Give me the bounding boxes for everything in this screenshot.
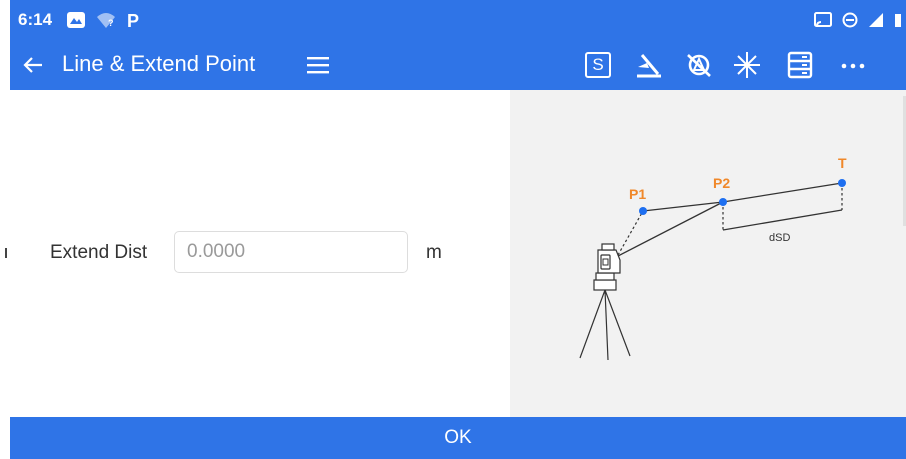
photos-icon <box>67 12 85 28</box>
instrument-base <box>595 272 615 281</box>
point-p2 <box>719 198 727 206</box>
status-icons-right <box>814 9 902 31</box>
sight-line-p2 <box>617 201 724 257</box>
do-not-disturb-icon <box>842 12 858 28</box>
label-dsd: dSD <box>769 232 790 244</box>
ok-button-label: OK <box>444 427 472 448</box>
back-arrow-icon[interactable] <box>20 52 46 78</box>
app-window: 6:14 ? P Line & Extend Point S Extend Di… <box>10 0 906 459</box>
laser-button[interactable] <box>732 50 762 80</box>
dashed-sight-p1 <box>617 210 644 256</box>
diagram-pane: P1 P2 T dSD <box>510 90 906 417</box>
svg-text:?: ? <box>108 18 114 28</box>
app-bar: Line & Extend Point S <box>10 40 906 90</box>
status-time: 6:14 <box>18 10 53 29</box>
edge-mark <box>5 248 7 258</box>
level-bubble-icon <box>637 54 661 78</box>
list-panel-icon <box>787 51 813 79</box>
page-title: Line & Extend Point <box>62 51 256 76</box>
main-content: Extend Dist m <box>10 90 906 417</box>
form-pane: Extend Dist m <box>10 90 510 417</box>
ok-button[interactable]: OK <box>10 417 906 459</box>
parking-p-icon: P <box>127 11 139 29</box>
label-t: T <box>838 155 847 171</box>
more-icon <box>841 63 865 69</box>
label-p2: P2 <box>713 175 730 191</box>
dsd-line <box>722 209 843 231</box>
tripod-head <box>593 279 617 291</box>
status-icons-left: ? P <box>66 9 142 31</box>
s-button-label: S <box>585 52 611 78</box>
unit-label: m <box>426 242 442 263</box>
total-station-icon <box>597 243 621 274</box>
tripod-icon <box>579 289 631 361</box>
cast-icon <box>814 12 832 27</box>
extend-point-diagram: P1 P2 T dSD <box>579 155 847 361</box>
label-p1: P1 <box>629 186 646 202</box>
point-p1 <box>639 207 647 215</box>
battery-icon <box>895 14 901 27</box>
extend-dist-label: Extend Dist <box>50 242 148 263</box>
laser-star-icon <box>734 52 760 78</box>
level-bubble-button[interactable] <box>634 50 664 80</box>
screen-frame: 6:14 ? P Line & Extend Point S Extend Di… <box>0 0 906 459</box>
signal-icon <box>869 13 883 27</box>
wifi-question-icon: ? <box>97 13 115 28</box>
prism-off-button[interactable] <box>684 50 714 80</box>
s-button[interactable]: S <box>585 50 611 80</box>
point-t <box>838 179 846 187</box>
status-bar: 6:14 ? P <box>10 0 906 40</box>
more-button[interactable] <box>838 50 868 80</box>
svg-text:P: P <box>127 11 139 29</box>
list-panel-button[interactable] <box>786 50 814 80</box>
prism-off-icon <box>687 54 711 77</box>
extend-dist-input[interactable] <box>174 231 408 273</box>
extend-line <box>642 182 843 212</box>
hamburger-menu-icon[interactable] <box>304 52 332 78</box>
